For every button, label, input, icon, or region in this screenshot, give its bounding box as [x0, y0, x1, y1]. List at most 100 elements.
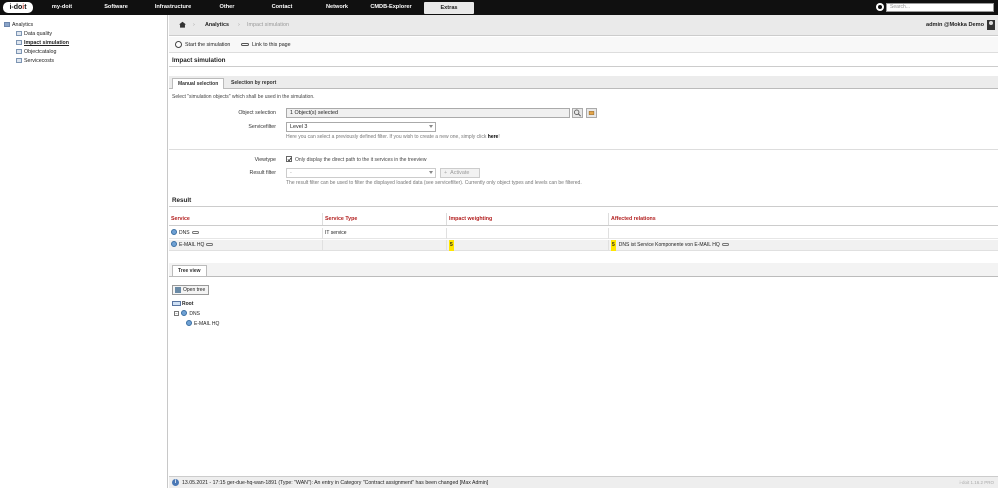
nav-infrastructure[interactable]: Infrastructure — [146, 0, 200, 15]
sidebar-item-data-quality[interactable]: Data quality — [16, 31, 52, 37]
clear-selection-button[interactable] — [586, 108, 597, 118]
impact-simulation-title: Impact simulation — [169, 55, 998, 67]
sidebar-tree: Analytics Data quality Impact simulation… — [0, 15, 168, 488]
cell-impact-weighting: 5 — [447, 240, 609, 251]
cell-service: DNS — [169, 228, 323, 239]
service-icon — [171, 229, 177, 235]
viewtype-checkbox[interactable] — [286, 156, 292, 162]
link-icon[interactable] — [721, 243, 729, 246]
sidebar-item-impact-simulation[interactable]: Impact simulation — [16, 40, 69, 46]
result-table-header: Service Service Type Impact weighting Af… — [169, 213, 998, 226]
idoit-logo[interactable]: i-doit — [3, 2, 33, 13]
folder-icon — [4, 22, 10, 27]
module-icon — [16, 31, 22, 36]
nav-contact[interactable]: Contact — [258, 0, 306, 15]
nav-my-doit[interactable]: my-doit — [40, 0, 84, 15]
nav-network[interactable]: Network — [314, 0, 360, 15]
resultfilter-help: The result filter can be used to filter … — [286, 180, 582, 186]
relation-weight-badge: 5 — [611, 240, 616, 251]
collapse-icon[interactable]: − — [174, 311, 179, 316]
link-to-page-button[interactable]: Link to this page — [241, 37, 291, 53]
tree-node-dns[interactable]: − DNS — [174, 310, 200, 317]
start-simulation-button[interactable]: Start the simulation — [175, 37, 230, 53]
settings-gear-icon[interactable] — [876, 3, 884, 11]
home-icon[interactable] — [179, 21, 186, 28]
chevron-down-icon — [429, 171, 433, 174]
status-footer: i 13.05.2021 - 17:15 ger-due-hq-wan-1891… — [169, 476, 998, 488]
servicefilter-label: Servicefilter — [248, 124, 276, 130]
breadcrumb-impact-simulation: Impact simulation — [247, 22, 289, 28]
tree-icon — [175, 287, 181, 293]
cell-service-type — [323, 240, 447, 251]
cell-impact-weighting — [447, 228, 609, 239]
tab-manual-selection[interactable]: Manual selection — [172, 78, 225, 89]
tree-node-email-hq[interactable]: E-MAIL HQ — [186, 320, 219, 327]
breadcrumb-analytics[interactable]: Analytics — [205, 15, 229, 36]
module-icon — [16, 58, 22, 63]
link-icon — [241, 43, 249, 46]
treeview-tabs: Tree view — [169, 263, 998, 277]
cell-affected-relations — [609, 228, 998, 239]
divider — [169, 149, 998, 150]
resultfilter-select[interactable]: - — [286, 168, 436, 178]
search-object-button[interactable] — [572, 108, 583, 118]
tab-selection-by-report[interactable]: Selection by report — [226, 78, 281, 89]
check-icon — [287, 157, 292, 162]
table-row[interactable]: E-MAIL HQ 5 5 DNS ist Service Komponente … — [169, 240, 998, 251]
cell-service: E-MAIL HQ — [169, 240, 323, 251]
object-selection-field[interactable]: 1 Object(s) selected — [286, 108, 570, 118]
result-title: Result — [169, 195, 998, 207]
weight-badge: 5 — [449, 240, 454, 251]
link-icon[interactable] — [206, 243, 214, 246]
breadcrumb-separator: › — [193, 22, 195, 28]
breadcrumb-separator: › — [238, 22, 240, 28]
selection-hint: Select "simulation objects" which shall … — [172, 94, 315, 100]
chevron-down-icon — [429, 125, 433, 128]
servicefilter-help: Here you can select a previously defined… — [286, 134, 500, 140]
breadcrumb: › Analytics › Impact simulation admin @M… — [169, 15, 998, 36]
top-navigation: i-doit my-doit Software Infrastructure O… — [0, 0, 998, 15]
module-icon — [16, 49, 22, 54]
nav-software[interactable]: Software — [92, 0, 140, 15]
app-window: i-doit my-doit Software Infrastructure O… — [0, 0, 998, 488]
plus-icon: + — [444, 170, 448, 176]
table-row[interactable]: DNS IT service — [169, 228, 998, 239]
cell-service-type: IT service — [323, 228, 447, 239]
selection-tabs: Manual selection Selection by report — [169, 76, 998, 89]
cell-affected-relations: 5 DNS ist Service Komponente von E-MAIL H… — [609, 240, 998, 251]
user-info[interactable]: admin @Mokka Demo — [926, 15, 984, 36]
col-service[interactable]: Service — [169, 213, 323, 225]
play-icon — [175, 41, 182, 48]
nav-other[interactable]: Other — [206, 0, 248, 15]
activate-button[interactable]: + Activate — [440, 168, 480, 178]
service-icon — [181, 310, 188, 316]
viewtype-label: Viewtype — [254, 157, 276, 163]
info-icon: i — [172, 479, 179, 486]
open-tree-button[interactable]: Open tree — [172, 285, 210, 295]
nav-cmdb-explorer[interactable]: CMDB-Explorer — [362, 0, 420, 15]
user-avatar-icon[interactable] — [987, 20, 995, 30]
col-impact-weighting[interactable]: Impact weighting — [447, 213, 609, 225]
link-icon[interactable] — [191, 231, 199, 234]
create-filter-link[interactable]: here — [488, 134, 499, 140]
module-icon — [16, 40, 22, 45]
service-icon — [171, 241, 177, 247]
search-input[interactable]: Search... — [886, 3, 994, 12]
action-toolbar: Start the simulation Link to this page — [169, 37, 998, 53]
service-icon — [186, 320, 192, 326]
sidebar-item-objectcatalog[interactable]: Objectcatalog — [16, 49, 56, 55]
tab-tree-view[interactable]: Tree view — [172, 265, 207, 276]
viewtype-text: Only display the direct path to the it s… — [295, 157, 427, 163]
tree-root-analytics[interactable]: Analytics — [4, 22, 33, 28]
magnifier-icon — [574, 109, 582, 117]
status-message[interactable]: 13.05.2021 - 17:15 ger-due-hq-wan-1891 (… — [182, 477, 488, 488]
eraser-icon — [588, 111, 595, 115]
servicefilter-select[interactable]: Level 3 — [286, 122, 436, 132]
version-label: i-doit 1.16.2 PRO — [959, 480, 994, 485]
col-affected-relations[interactable]: Affected relations — [609, 213, 998, 225]
sidebar-item-servicecosts[interactable]: Servicecosts — [16, 58, 54, 64]
object-selection-label: Object selection — [238, 110, 276, 116]
tree-node-root[interactable]: Root — [172, 301, 193, 307]
nav-extras[interactable]: Extras — [424, 2, 474, 14]
col-service-type[interactable]: Service Type — [323, 213, 447, 225]
